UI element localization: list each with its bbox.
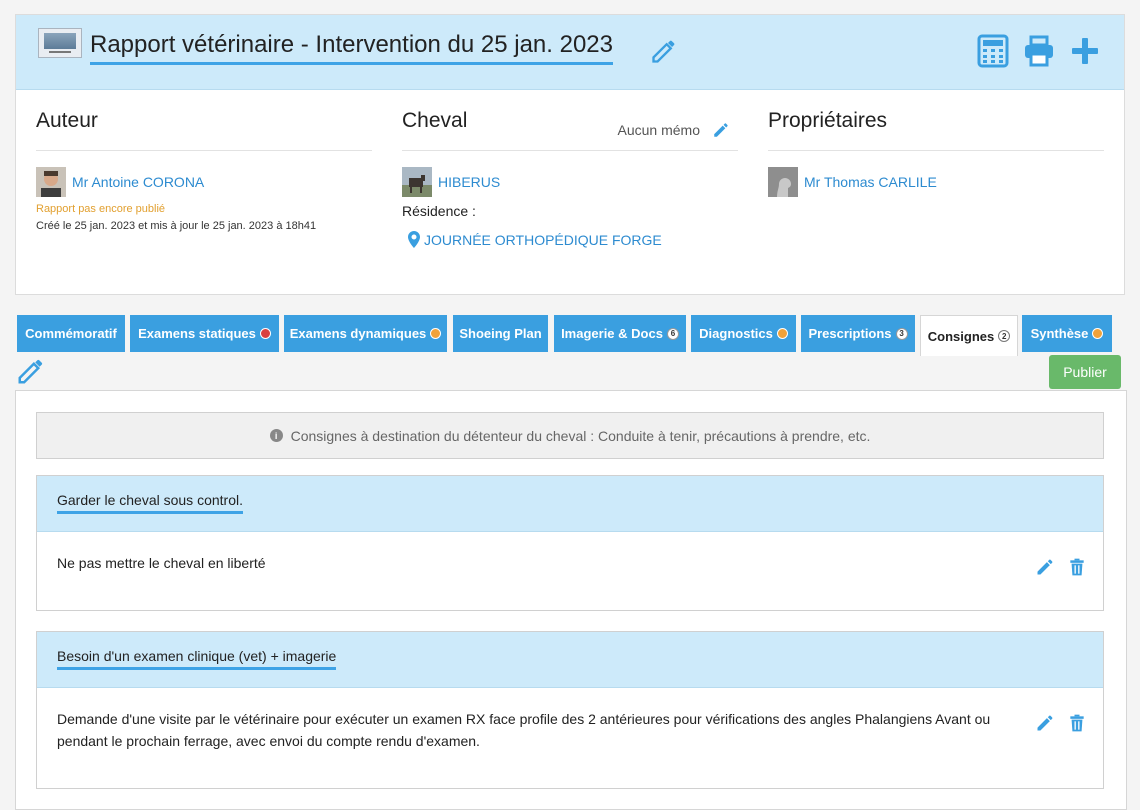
author-heading: Auteur bbox=[36, 109, 372, 151]
consigne-title: Besoin d'un examen clinique (vet) + imag… bbox=[57, 648, 337, 670]
residence-place[interactable]: JOURNÉE ORTHOPÉDIQUE FORGE bbox=[408, 231, 738, 248]
author-avatar bbox=[36, 167, 66, 197]
consigne-title: Garder le cheval sous control. bbox=[57, 492, 243, 514]
calculator-icon[interactable] bbox=[976, 34, 1010, 68]
tab-synthese[interactable]: Synthèse bbox=[1022, 315, 1112, 352]
horse-column: Cheval Aucun mémo HIBERUS Résidence : JO… bbox=[402, 109, 738, 248]
author-person: Mr Antoine CORONA bbox=[36, 167, 372, 197]
info-text: Consignes à destination du détenteur du … bbox=[290, 427, 871, 444]
tab-label: Examens statiques bbox=[138, 326, 256, 341]
status-dot-orange bbox=[776, 328, 788, 339]
horse-person: HIBERUS bbox=[402, 167, 738, 197]
consigne-text: Ne pas mettre le cheval en liberté bbox=[57, 555, 266, 571]
trash-icon[interactable] bbox=[1067, 713, 1087, 733]
tab-consignes[interactable]: Consignes 2 bbox=[920, 315, 1018, 356]
residence-label: Résidence : bbox=[402, 203, 476, 219]
owner-link[interactable]: Mr Thomas CARLILE bbox=[804, 174, 937, 190]
tab-label: Prescriptions bbox=[808, 326, 892, 341]
edit-pencil-icon[interactable] bbox=[1035, 557, 1055, 577]
consigne-card: Besoin d'un examen clinique (vet) + imag… bbox=[36, 631, 1104, 789]
author-column: Auteur Mr Antoine CORONA Rapport pas enc… bbox=[36, 109, 372, 232]
owner-avatar bbox=[768, 167, 798, 197]
consigne-text: Demande d'une visite par le vétérinaire … bbox=[57, 711, 991, 749]
residence-link[interactable]: JOURNÉE ORTHOPÉDIQUE FORGE bbox=[424, 232, 662, 248]
report-header: Rapport vétérinaire - Intervention du 25… bbox=[16, 15, 1124, 90]
tab-imagerie-docs[interactable]: Imagerie & Docs 6 bbox=[554, 315, 686, 352]
tab-label: Shoeing Plan bbox=[459, 326, 542, 341]
edit-pencil-icon[interactable] bbox=[1035, 713, 1055, 733]
consigne-body: Ne pas mettre le cheval en liberté bbox=[37, 532, 1103, 577]
tab-examens-statiques[interactable]: Examens statiques bbox=[130, 315, 279, 352]
trash-icon[interactable] bbox=[1067, 557, 1087, 577]
consigne-card: Garder le cheval sous control. Ne pas me… bbox=[36, 475, 1104, 611]
edit-title-pencil-icon[interactable] bbox=[650, 37, 678, 65]
tab-label: Commémoratif bbox=[25, 326, 117, 341]
author-link[interactable]: Mr Antoine CORONA bbox=[72, 174, 204, 190]
status-dot-orange bbox=[430, 328, 442, 339]
consigne-body: Demande d'une visite par le vétérinaire … bbox=[37, 688, 1103, 752]
tab-shoeing-plan[interactable]: Shoeing Plan bbox=[453, 315, 548, 352]
consigne-header: Garder le cheval sous control. bbox=[37, 476, 1103, 532]
owners-heading: Propriétaires bbox=[768, 109, 1104, 151]
publish-button[interactable]: Publier bbox=[1049, 355, 1121, 389]
tab-label: Synthèse bbox=[1030, 326, 1089, 341]
owner-person: Mr Thomas CARLILE bbox=[768, 167, 1104, 197]
consignes-panel: i Consignes à destination du détenteur d… bbox=[15, 390, 1127, 810]
consigne-actions bbox=[1035, 557, 1087, 577]
report-dates: Créé le 25 jan. 2023 et mis à jour le 25… bbox=[36, 220, 317, 232]
consigne-actions bbox=[1035, 713, 1087, 733]
page-title: Rapport vétérinaire - Intervention du 25… bbox=[90, 31, 613, 65]
tab-commemoratif[interactable]: Commémoratif bbox=[17, 315, 125, 352]
report-tabs: Commémoratif Examens statiques Examens d… bbox=[16, 315, 1116, 357]
tab-diagnostics[interactable]: Diagnostics bbox=[691, 315, 796, 352]
tab-label: Consignes bbox=[927, 328, 995, 344]
info-banner: i Consignes à destination du détenteur d… bbox=[36, 412, 1104, 459]
info-icon: i bbox=[269, 429, 283, 442]
edit-memo-pencil-icon[interactable] bbox=[712, 121, 730, 139]
report-card: Rapport vétérinaire - Intervention du 25… bbox=[15, 14, 1125, 295]
memo: Aucun mémo bbox=[618, 121, 730, 139]
horse-link[interactable]: HIBERUS bbox=[438, 174, 500, 190]
owners-column: Propriétaires Mr Thomas CARLILE bbox=[768, 109, 1104, 197]
clinic-logo bbox=[38, 28, 82, 58]
tab-label: Diagnostics bbox=[699, 326, 773, 341]
memo-label: Aucun mémo bbox=[617, 122, 700, 138]
horse-photo bbox=[402, 167, 432, 197]
tab-label: Imagerie & Docs bbox=[561, 326, 663, 341]
publication-status: Rapport pas encore publié bbox=[36, 203, 166, 215]
count-badge: 3 bbox=[895, 327, 908, 340]
consigne-header: Besoin d'un examen clinique (vet) + imag… bbox=[37, 632, 1103, 688]
status-dot-orange bbox=[1092, 328, 1104, 339]
add-icon[interactable] bbox=[1068, 34, 1102, 68]
tab-prescriptions[interactable]: Prescriptions 3 bbox=[801, 315, 915, 352]
map-marker-icon bbox=[408, 231, 420, 248]
edit-pencil-icon[interactable] bbox=[16, 356, 46, 386]
print-icon[interactable] bbox=[1022, 34, 1056, 68]
tab-label: Examens dynamiques bbox=[289, 326, 427, 341]
count-badge: 6 bbox=[666, 327, 679, 340]
tab-examens-dynamiques[interactable]: Examens dynamiques bbox=[284, 315, 447, 352]
count-badge: 2 bbox=[998, 330, 1011, 342]
status-dot-red bbox=[259, 328, 271, 339]
